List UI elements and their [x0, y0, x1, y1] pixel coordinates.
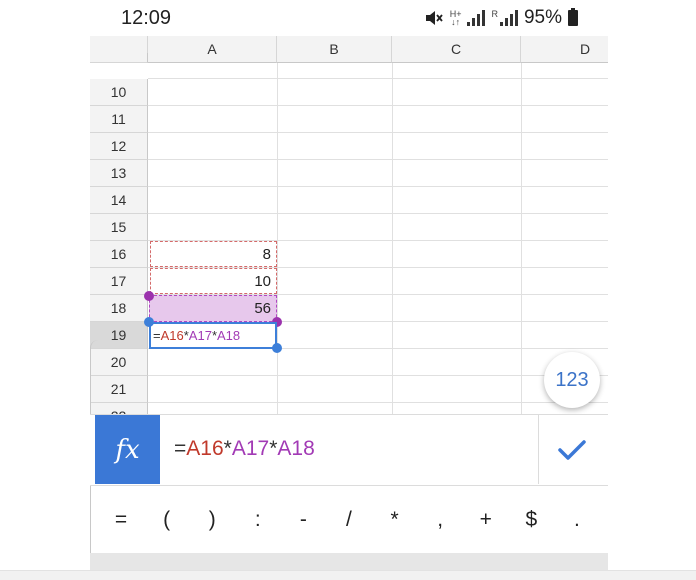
row-header-18[interactable]: 18 [90, 295, 148, 322]
range-handle-top-left[interactable] [144, 291, 154, 301]
symbol-equals[interactable]: = [108, 508, 134, 532]
row-header[interactable] [90, 53, 148, 63]
cell-a17[interactable]: 10 [149, 268, 275, 294]
phone-screen: 12:09 H+ ↓↑ R 95% A B C D 10 11 12 13 14… [90, 0, 608, 579]
row-header-12[interactable]: 12 [90, 133, 148, 160]
row-header-13[interactable]: 13 [90, 160, 148, 187]
signal-roaming-icon: R [491, 10, 518, 26]
symbol-asterisk[interactable]: * [382, 508, 408, 532]
status-clock: 12:09 [121, 7, 172, 29]
column-header-c[interactable]: C [392, 36, 521, 63]
symbol-close-paren[interactable]: ) [199, 508, 225, 532]
symbol-minus[interactable]: - [290, 508, 316, 532]
row-header-11[interactable]: 11 [90, 106, 148, 133]
status-icons: H+ ↓↑ R 95% [424, 7, 578, 29]
row-header-14[interactable]: 14 [90, 187, 148, 214]
column-header-a[interactable]: A [148, 36, 277, 63]
cell-a16[interactable]: 8 [149, 241, 275, 267]
row-header-15[interactable]: 15 [90, 214, 148, 241]
selection-handle-top-left[interactable] [144, 317, 154, 327]
column-header-b[interactable]: B [277, 36, 392, 63]
column-header-d[interactable]: D [521, 36, 608, 63]
symbol-dollar[interactable]: $ [518, 508, 544, 532]
mute-icon [425, 11, 443, 25]
row-header-17[interactable]: 17 [90, 268, 148, 295]
symbol-open-paren[interactable]: ( [154, 508, 180, 532]
cell-a18[interactable]: 56 [149, 295, 275, 321]
formula-input[interactable]: =A16*A17*A18 [174, 437, 315, 461]
row-header-10[interactable]: 10 [90, 79, 148, 106]
selection-handle-bottom-right[interactable] [272, 343, 282, 353]
confirm-check-icon[interactable] [552, 434, 592, 466]
function-button[interactable]: fx [95, 415, 160, 484]
signal-icon [467, 10, 486, 26]
symbol-period[interactable]: . [564, 508, 590, 532]
row-header-19[interactable]: 19 [90, 322, 148, 349]
row-header-20[interactable]: 20 [90, 349, 148, 376]
row-header-21[interactable]: 21 [90, 376, 148, 403]
spreadsheet-grid[interactable]: A B C D 10 11 12 13 14 15 16 17 18 19 20… [90, 36, 608, 416]
symbol-colon[interactable]: : [245, 508, 271, 532]
numeric-keyboard-button[interactable]: 123 [544, 352, 600, 408]
formula-bar-divider [538, 415, 539, 484]
battery-icon [568, 8, 578, 26]
row-header-16[interactable]: 16 [90, 241, 148, 268]
network-type-icon: H+ ↓↑ [449, 9, 462, 27]
symbol-comma[interactable]: , [427, 508, 453, 532]
battery-percent: 95% [523, 7, 562, 28]
symbol-plus[interactable]: + [473, 508, 499, 532]
symbol-shortcut-bar: = ( ) : - / * , + $ . [90, 485, 608, 555]
navigation-bar [90, 553, 608, 570]
symbol-slash[interactable]: / [336, 508, 362, 532]
cell-a19-editor[interactable]: =A16*A17*A18 [149, 322, 277, 349]
formula-bar: fx =A16*A17*A18 [90, 414, 608, 486]
status-bar: 12:09 H+ ↓↑ R 95% [90, 0, 608, 36]
